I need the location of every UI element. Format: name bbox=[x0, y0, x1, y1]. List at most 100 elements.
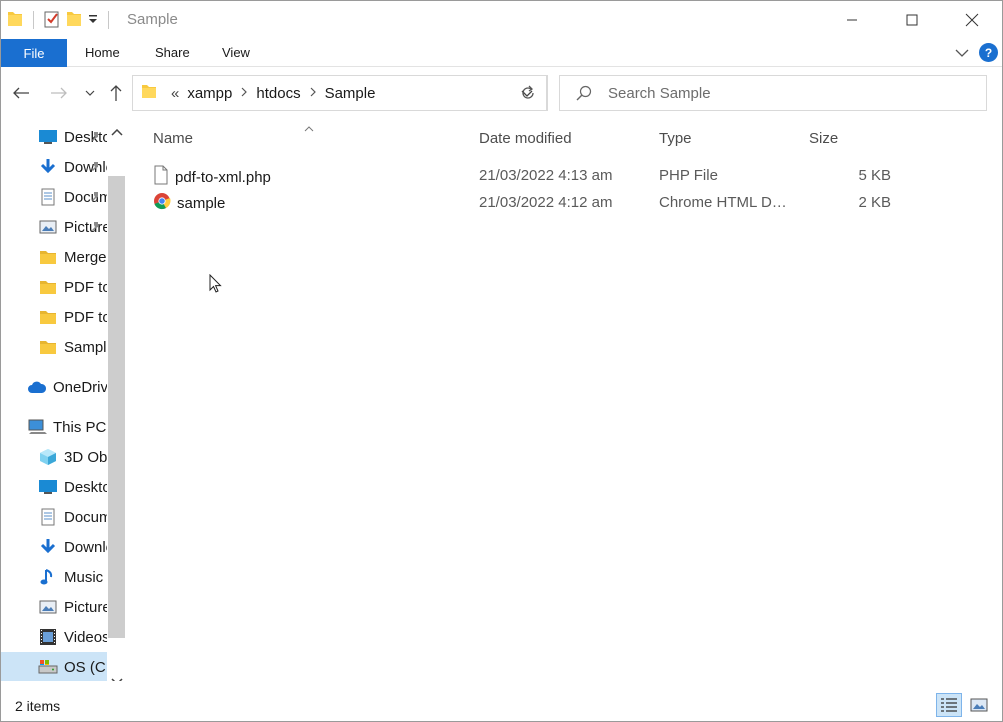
chevron-right-icon[interactable] bbox=[309, 86, 317, 100]
music-icon bbox=[38, 567, 58, 587]
maximize-button[interactable] bbox=[882, 1, 942, 39]
breadcrumb-item-xampp[interactable]: xampp bbox=[187, 85, 232, 102]
download-icon bbox=[38, 157, 58, 177]
file-date: 21/03/2022 4:12 am bbox=[479, 194, 613, 211]
drive-icon bbox=[38, 657, 58, 677]
status-bar: 2 items bbox=[1, 691, 1002, 721]
nav-item-desktop[interactable]: Desktop bbox=[1, 122, 107, 152]
nav-item-pc-downloads[interactable]: Downloads bbox=[1, 532, 107, 562]
arrow-right-icon bbox=[51, 87, 67, 99]
desktop-icon bbox=[38, 477, 58, 497]
nav-item-folder-pdf-to-1[interactable]: PDF to bbox=[1, 272, 107, 302]
nav-item-pc-documents[interactable]: Documents bbox=[1, 502, 107, 532]
nav-item-pictures[interactable]: Pictures bbox=[1, 212, 107, 242]
scroll-down-button[interactable] bbox=[107, 671, 126, 681]
title-bar: Sample bbox=[1, 1, 1002, 39]
toolbar-separator bbox=[108, 11, 109, 29]
file-size: 5 KB bbox=[858, 167, 891, 184]
up-button[interactable] bbox=[105, 82, 127, 104]
address-bar[interactable]: « xampp htdocs Sample bbox=[132, 75, 548, 111]
chevron-up-icon bbox=[110, 129, 123, 136]
cube-icon bbox=[38, 447, 58, 467]
nav-item-pc-videos[interactable]: Videos bbox=[1, 622, 107, 652]
navigation-bar: « xampp htdocs Sample bbox=[1, 67, 1002, 119]
chevron-down-icon bbox=[85, 90, 95, 96]
document-icon bbox=[38, 507, 58, 527]
nav-item-pc-music[interactable]: Music bbox=[1, 562, 107, 592]
minimize-icon bbox=[847, 19, 857, 21]
quick-access-toolbar bbox=[7, 10, 113, 30]
pin-icon[interactable] bbox=[89, 160, 101, 177]
tab-share[interactable]: Share bbox=[155, 45, 190, 60]
new-folder-icon[interactable] bbox=[66, 10, 82, 31]
minimize-button[interactable] bbox=[822, 1, 882, 39]
close-icon bbox=[965, 13, 979, 27]
pictures-icon bbox=[38, 597, 58, 617]
nav-item-downloads[interactable]: Downloads bbox=[1, 152, 107, 182]
file-name: pdf-to-xml.php bbox=[175, 168, 271, 186]
navigation-pane: Desktop Downloads Documents Pictures Mer… bbox=[1, 119, 126, 681]
tab-view[interactable]: View bbox=[222, 45, 250, 60]
file-type: Chrome HTML Document bbox=[659, 194, 794, 211]
nav-item-3d-objects[interactable]: 3D Objects bbox=[1, 442, 107, 472]
chrome-icon bbox=[153, 192, 171, 214]
file-list: Name Date modified Type Size pdf-to-xml.… bbox=[132, 119, 1002, 681]
table-row[interactable]: sample 21/03/2022 4:12 am Chrome HTML Do… bbox=[149, 190, 929, 217]
folder-icon bbox=[38, 307, 58, 327]
breadcrumb-overflow[interactable]: « bbox=[171, 85, 179, 102]
expand-ribbon-icon[interactable] bbox=[955, 45, 969, 61]
breadcrumb: « xampp htdocs Sample bbox=[141, 76, 375, 110]
pin-icon[interactable] bbox=[89, 190, 101, 207]
breadcrumb-item-sample[interactable]: Sample bbox=[325, 85, 376, 102]
computer-icon bbox=[27, 417, 47, 437]
customize-toolbar-dropdown-icon[interactable] bbox=[88, 12, 98, 28]
table-row[interactable]: pdf-to-xml.php 21/03/2022 4:13 am PHP Fi… bbox=[149, 163, 929, 190]
folder-icon bbox=[7, 10, 23, 31]
refresh-icon bbox=[521, 85, 534, 99]
properties-icon[interactable] bbox=[44, 10, 60, 31]
column-header-size[interactable]: Size bbox=[809, 130, 838, 147]
view-switcher bbox=[936, 693, 992, 717]
nav-item-pc-desktop[interactable]: Desktop bbox=[1, 472, 107, 502]
back-button[interactable] bbox=[10, 82, 32, 104]
nav-item-pc-pictures[interactable]: Pictures bbox=[1, 592, 107, 622]
nav-item-os-c[interactable]: OS (C:) bbox=[1, 652, 107, 681]
nav-item-folder-merge[interactable]: Merge bbox=[1, 242, 107, 272]
refresh-button[interactable] bbox=[508, 75, 548, 111]
folder-icon bbox=[38, 337, 58, 357]
close-button[interactable] bbox=[942, 1, 1002, 39]
tab-file[interactable]: File bbox=[1, 39, 67, 67]
chevron-down-icon bbox=[110, 678, 123, 681]
nav-item-onedrive[interactable]: OneDrive bbox=[1, 372, 107, 402]
nav-item-folder-sample[interactable]: Sample bbox=[1, 332, 107, 362]
search-box[interactable] bbox=[559, 75, 987, 111]
chevron-right-icon[interactable] bbox=[240, 86, 248, 100]
search-input[interactable] bbox=[608, 84, 968, 102]
help-icon[interactable]: ? bbox=[979, 43, 998, 62]
search-icon bbox=[560, 76, 608, 110]
file-name: sample bbox=[177, 194, 226, 212]
tab-home[interactable]: Home bbox=[85, 45, 120, 60]
breadcrumb-item-htdocs[interactable]: htdocs bbox=[256, 85, 300, 102]
large-icons-view-button[interactable] bbox=[966, 693, 992, 717]
nav-item-documents[interactable]: Documents bbox=[1, 182, 107, 212]
item-count: 2 items bbox=[15, 698, 61, 714]
navpane-scrollbar[interactable] bbox=[107, 119, 126, 681]
scroll-up-button[interactable] bbox=[107, 123, 126, 143]
nav-item-folder-pdf-to-2[interactable]: PDF to bbox=[1, 302, 107, 332]
recent-locations-button[interactable] bbox=[79, 82, 101, 104]
pin-icon[interactable] bbox=[89, 220, 101, 237]
column-header-type[interactable]: Type bbox=[659, 130, 692, 147]
details-view-button[interactable] bbox=[936, 693, 962, 717]
explorer-window: Sample File Home Share View ? « xampp ht… bbox=[0, 0, 1003, 722]
forward-button[interactable] bbox=[48, 82, 70, 104]
document-icon bbox=[38, 187, 58, 207]
pin-icon[interactable] bbox=[89, 130, 101, 147]
column-header-date-modified[interactable]: Date modified bbox=[479, 130, 572, 147]
video-icon bbox=[38, 627, 58, 647]
window-controls bbox=[822, 1, 1002, 39]
scroll-thumb[interactable] bbox=[108, 176, 125, 638]
nav-item-this-pc[interactable]: This PC bbox=[1, 412, 107, 442]
maximize-icon bbox=[906, 14, 918, 26]
column-header-name[interactable]: Name bbox=[153, 130, 193, 147]
